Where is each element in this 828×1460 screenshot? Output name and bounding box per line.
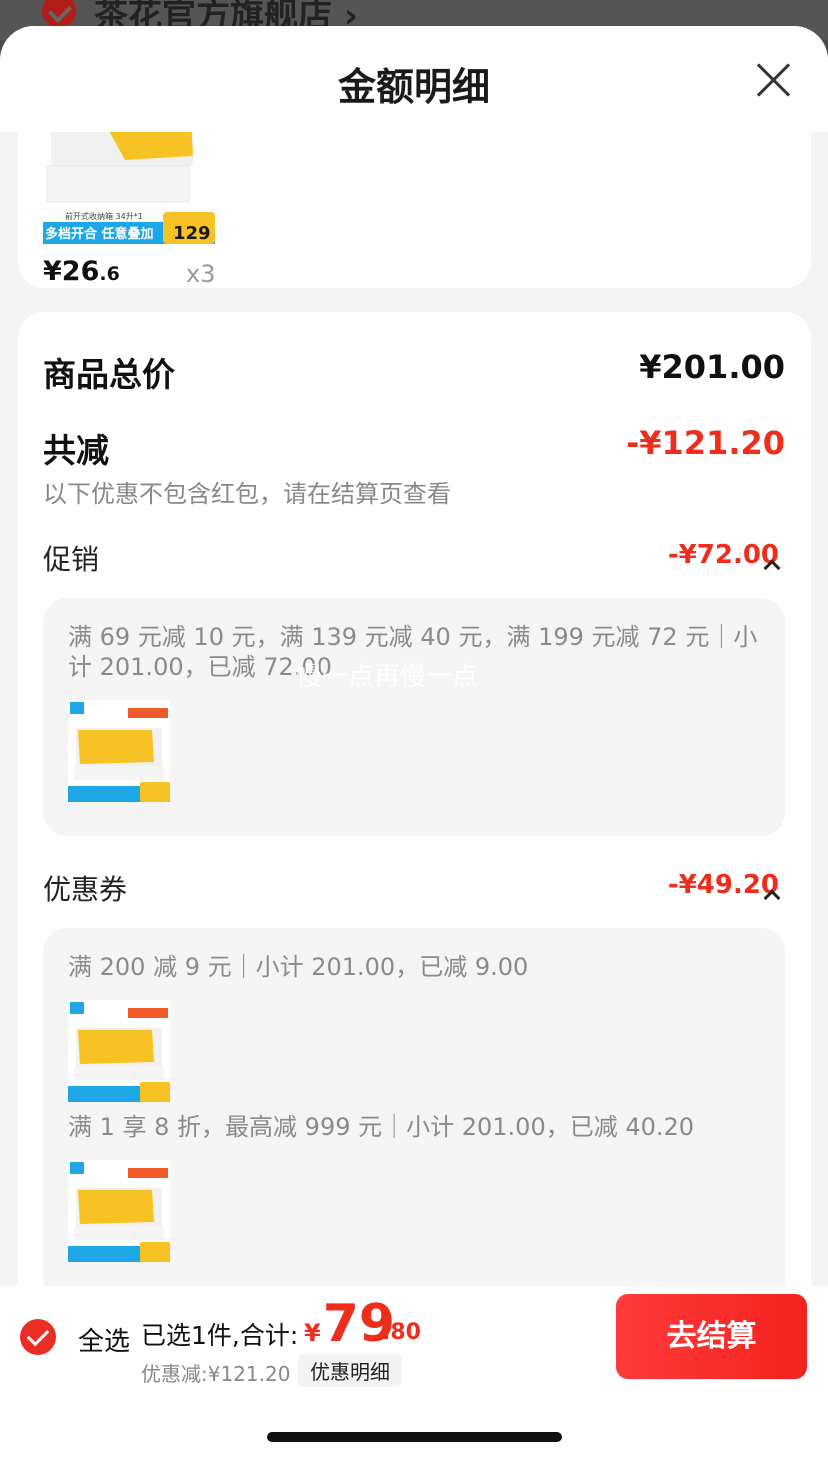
checkout-bar: 全选 已选1件,合计: ¥79 .80 优惠减:¥121.20 优惠明细 去结算 (0, 1286, 828, 1460)
selected-summary: 已选1件,合计: (141, 1321, 299, 1350)
product-thumbnail (68, 1160, 170, 1262)
sheet-title: 金额明细 (337, 65, 490, 109)
item-quantity: x3 (186, 260, 216, 288)
coupon-detail-box: 满 200 减 9 元｜小计 201.00，已减 9.00 满 1 享 8 折，… (43, 928, 785, 1348)
promotion-label: 促销 (43, 543, 100, 576)
price-summary-card: 商品总价 ¥201.00 共减 -¥121.20 以下优惠不包含红包，请在结算页… (18, 312, 811, 1412)
coupon-detail-1: 满 200 减 9 元｜小计 201.00，已减 9.00 (68, 953, 529, 981)
product-thumbnail (68, 700, 170, 802)
close-icon[interactable] (752, 58, 796, 102)
discount-amount: 优惠减:¥121.20 (141, 1362, 291, 1386)
store-check-icon (42, 0, 76, 28)
total-value: ¥201.00 (639, 348, 785, 386)
total-label: 商品总价 (43, 355, 175, 394)
reduce-note: 以下优惠不包含红包，请在结算页查看 (43, 480, 451, 508)
coupon-label: 优惠券 (43, 873, 128, 906)
reduce-label: 共减 (43, 431, 109, 470)
select-all-check-icon[interactable] (20, 1319, 56, 1355)
amount-detail-sheet: 金额明细 前开式收纳箱 34升*1 多档开合 任意叠加 129 ¥26.6 x3… (0, 26, 828, 1460)
promotion-detail-box: 满 69 元减 10 元，满 139 元减 40 元，满 199 元减 72 元… (43, 598, 785, 836)
sheet-header: 金额明细 (0, 26, 828, 132)
reduce-value: -¥121.20 (625, 424, 785, 462)
checkout-button[interactable]: 去结算 (616, 1294, 807, 1379)
select-all-label[interactable]: 全选 (78, 1321, 130, 1358)
promotion-value[interactable]: -¥72.00 (668, 540, 779, 570)
coupon-detail-2: 满 1 享 8 折，最高减 999 元｜小计 201.00，已减 40.20 (68, 1113, 695, 1141)
watermark: 慢一点再慢一点 (296, 662, 479, 692)
total-amount-decimal: .80 (382, 1320, 421, 1345)
item-price: ¥26.6 (43, 256, 120, 287)
thumb-price-tag: 129 (173, 223, 211, 244)
thumb-banner: 多档开合 任意叠加 (45, 226, 154, 242)
home-indicator (267, 1432, 562, 1442)
product-thumbnail (68, 1000, 170, 1102)
coupon-value[interactable]: -¥49.20 (668, 870, 779, 900)
thumb-caption: 前开式收纳箱 34升*1 (65, 211, 143, 221)
discount-detail-button[interactable]: 优惠明细 (298, 1354, 402, 1387)
